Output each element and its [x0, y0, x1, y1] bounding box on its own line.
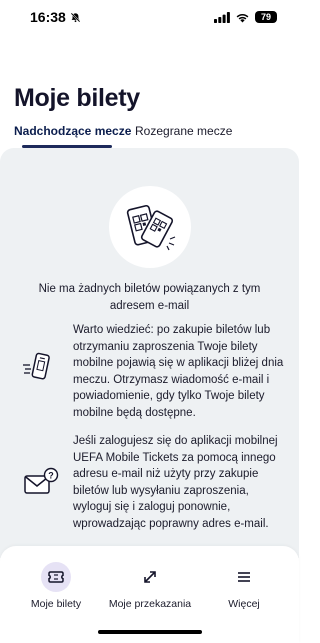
silent-bell-icon: [70, 12, 81, 22]
nav-more-icon-wrap: [229, 562, 259, 592]
info-text-email: Jeśli zalogujesz się do aplikacji mobiln…: [73, 435, 278, 530]
empty-tickets-illustration: [109, 186, 191, 268]
wifi-icon: [236, 13, 249, 22]
info-text-mobile-tickets: Warto wiedzieć: po zakupie biletów lub o…: [73, 324, 284, 419]
empty-state-message: Nie ma żadnych biletów powiązanych z tym…: [38, 283, 261, 312]
nav-my-tickets[interactable]: Moje bilety: [6, 562, 106, 610]
nav-my-transfers-icon-wrap: [135, 562, 165, 592]
status-bar: 16:38 79: [0, 0, 299, 34]
tab-played-matches[interactable]: Rozegrane mecze: [135, 124, 232, 138]
nav-my-transfers[interactable]: Moje przekazania: [100, 562, 200, 610]
transfer-arrows-icon: [144, 571, 156, 583]
cellular-signal-icon: [214, 11, 230, 23]
menu-icon: [238, 572, 250, 582]
nav-more[interactable]: Więcej: [194, 562, 294, 610]
mobile-ticket-icon: [20, 350, 54, 384]
tickets-illustration-icon: [126, 204, 176, 251]
svg-text:?: ?: [48, 471, 54, 481]
nav-my-tickets-icon-wrap: [41, 562, 71, 592]
nav-my-tickets-label: Moje bilety: [30, 598, 82, 610]
status-left: 16:38: [30, 9, 81, 25]
tab-upcoming-matches[interactable]: Nadchodzące mecze: [14, 124, 131, 138]
ticket-icon: [48, 571, 64, 583]
page-title: Moje bilety: [14, 84, 140, 112]
email-question-icon: ?: [22, 467, 60, 497]
status-time: 16:38: [30, 9, 66, 25]
status-right: 79: [214, 11, 277, 23]
tab-bar: Nadchodzące mecze Rozegrane mecze: [0, 124, 299, 148]
bottom-navigation: Moje bilety Moje przekazania Więcej: [0, 546, 299, 643]
home-indicator[interactable]: [98, 630, 202, 634]
battery-indicator: 79: [255, 11, 277, 23]
nav-more-label: Więcej: [228, 598, 260, 610]
nav-my-transfers-label: Moje przekazania: [108, 598, 192, 610]
